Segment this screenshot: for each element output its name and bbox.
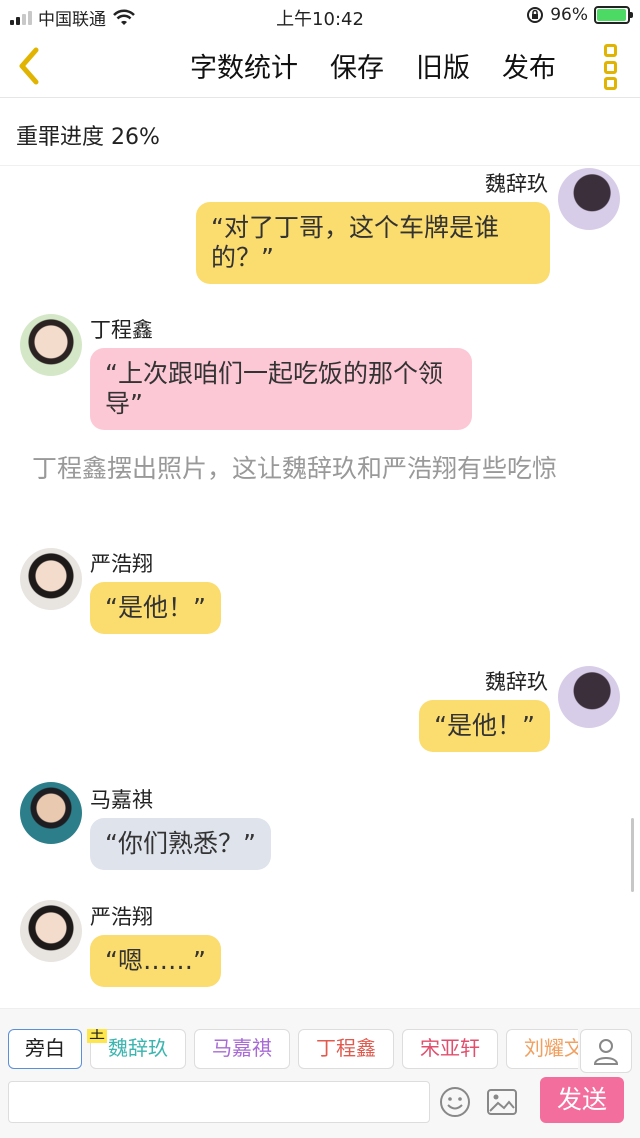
narration-text: 丁程鑫摆出照片，这让魏辞玖和严浩翔有些吃惊 [32, 454, 558, 483]
avatar[interactable] [20, 782, 82, 844]
role-chip-narrator[interactable]: 旁白 [8, 1029, 82, 1069]
send-button[interactable]: 发送 [540, 1077, 624, 1123]
message-input[interactable] [8, 1081, 430, 1123]
role-label: 魏辞玖 [108, 1036, 168, 1060]
speaker-name: 丁程鑫 [90, 318, 153, 342]
speaker-name: 严浩翔 [90, 552, 153, 576]
avatar[interactable] [558, 666, 620, 728]
role-selector[interactable]: 旁白 主 魏辞玖 马嘉祺 丁程鑫 宋亚轩 刘耀文 [8, 1029, 578, 1069]
battery-icon [594, 6, 633, 24]
image-icon[interactable] [486, 1085, 518, 1119]
main-role-tag: 主 [87, 1029, 108, 1043]
speaker-name: 马嘉祺 [90, 788, 153, 812]
speaker-name: 魏辞玖 [485, 172, 548, 196]
role-chip[interactable]: 丁程鑫 [298, 1029, 394, 1069]
battery-percent: 96% [550, 5, 588, 25]
navigation-bar: 字数统计 保存 旧版 发布 [0, 34, 640, 98]
chat-bubble: “嗯……” [90, 935, 221, 987]
chat-bubble: “是他！” [419, 700, 550, 752]
speaker-name: 魏辞玖 [485, 670, 548, 694]
chat-bubble: “上次跟咱们一起吃饭的那个领导” [90, 348, 472, 430]
chevron-left-icon[interactable] [14, 44, 44, 88]
chat-bubble: “是他！” [90, 582, 221, 634]
avatar[interactable] [20, 314, 82, 376]
chat-bubble: “对了丁哥，这个车牌是谁的？” [196, 202, 550, 284]
publish-button[interactable]: 发布 [502, 46, 556, 85]
role-chip[interactable]: 马嘉祺 [194, 1029, 290, 1069]
chat-area[interactable]: 魏辞玖 “对了丁哥，这个车牌是谁的？” 丁程鑫 “上次跟咱们一起吃饭的那个领导”… [0, 166, 640, 1008]
add-role-button[interactable] [580, 1029, 632, 1073]
word-count-button[interactable]: 字数统计 [190, 46, 298, 85]
save-button[interactable]: 保存 [330, 46, 384, 85]
status-bar: 中国联通 上午10:42 96% [0, 0, 640, 34]
role-chip[interactable]: 宋亚轩 [402, 1029, 498, 1069]
avatar[interactable] [20, 548, 82, 610]
role-label: 马嘉祺 [212, 1036, 272, 1060]
scrollbar[interactable] [631, 818, 634, 892]
rotation-lock-icon [527, 7, 544, 23]
progress-label: 重罪进度 26% [0, 99, 640, 166]
role-label: 刘耀文 [524, 1036, 578, 1060]
person-icon [593, 1039, 619, 1065]
nav-actions: 字数统计 保存 旧版 发布 [190, 46, 556, 85]
old-version-button[interactable]: 旧版 [416, 46, 470, 85]
role-label: 宋亚轩 [420, 1036, 480, 1060]
role-chip[interactable]: 主 魏辞玖 [87, 1029, 186, 1069]
status-right: 96% [526, 5, 633, 25]
composer-bar: 旁白 主 魏辞玖 马嘉祺 丁程鑫 宋亚轩 刘耀文 发送 [0, 1008, 640, 1138]
role-chip[interactable]: 刘耀文 [506, 1029, 578, 1069]
chat-bubble: “你们熟悉？” [90, 818, 271, 870]
emoji-icon[interactable] [438, 1085, 472, 1119]
avatar[interactable] [558, 168, 620, 230]
role-label: 丁程鑫 [316, 1036, 376, 1060]
speaker-name: 严浩翔 [90, 905, 153, 929]
more-vertical-icon[interactable] [600, 44, 620, 90]
avatar[interactable] [20, 900, 82, 962]
